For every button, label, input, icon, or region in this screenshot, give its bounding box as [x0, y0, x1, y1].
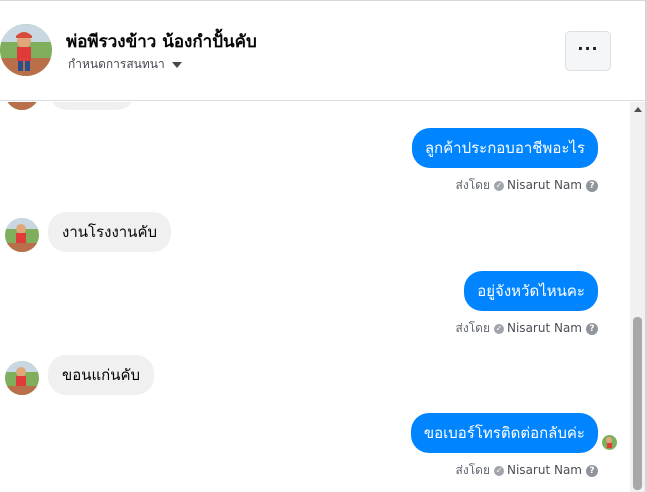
sent-by-label: ส่งโดย: [455, 321, 490, 335]
caret-down-icon: [171, 61, 182, 68]
message-bubble-incoming[interactable]: [49, 102, 135, 110]
sent-by-info: ส่งโดย ✓ Nisarut Nam?: [456, 319, 598, 338]
message-thread: ลูกค้าประกอบอาชีพอะไร ส่งโดย ✓ Nisarut Nam…: [0, 102, 630, 492]
sender-name[interactable]: Nisarut Nam: [507, 178, 582, 192]
sent-by-label: ส่งโดย: [455, 463, 490, 477]
circle-check-icon: ✓: [494, 180, 504, 191]
help-circle-icon[interactable]: ?: [586, 322, 598, 335]
message-bubble-incoming[interactable]: ขอนแก่นคับ: [48, 355, 155, 395]
conversation-title[interactable]: พ่อพีรวงข้าว น้องกำปั้นคับ: [66, 28, 257, 55]
help-circle-icon[interactable]: ?: [586, 464, 598, 477]
contact-avatar-small[interactable]: [5, 218, 39, 252]
sent-by-info: ส่งโดย ✓ Nisarut Nam?: [456, 176, 598, 195]
message-bubble-outgoing[interactable]: อยู่จังหวัดไหนคะ: [464, 271, 598, 311]
message-bubble-outgoing[interactable]: ขอเบอร์โทรติดต่อกลับค่ะ: [410, 413, 598, 453]
contact-avatar[interactable]: [0, 24, 52, 76]
scroll-up-arrow-icon[interactable]: [634, 107, 642, 112]
circle-check-icon: ✓: [494, 465, 504, 476]
help-circle-icon[interactable]: ?: [586, 179, 598, 192]
sent-by-label: ส่งโดย: [455, 178, 490, 192]
message-bubble-outgoing[interactable]: ลูกค้าประกอบอาชีพอะไร: [411, 128, 598, 168]
message-bubble-incoming[interactable]: งานโรงงานคับ: [48, 212, 171, 252]
sender-name[interactable]: Nisarut Nam: [507, 463, 582, 477]
sent-by-info: ส่งโดย ✓ Nisarut Nam?: [456, 461, 598, 480]
circle-check-icon: ✓: [494, 323, 504, 334]
seen-avatar: [602, 435, 617, 450]
conversation-schedule-dropdown[interactable]: กำหนดการสนทนา: [68, 55, 182, 74]
conversation-header: พ่อพีรวงข้าว น้องกำปั้นคับ กำหนดการสนทนา…: [0, 4, 645, 101]
sender-name[interactable]: Nisarut Nam: [507, 321, 582, 335]
contact-avatar-small[interactable]: [5, 361, 39, 395]
contact-avatar-small[interactable]: [5, 102, 39, 110]
scrollbar-thumb[interactable]: [633, 317, 642, 490]
more-options-button[interactable]: ···: [565, 31, 611, 71]
conversation-schedule-label: กำหนดการสนทนา: [68, 57, 165, 71]
